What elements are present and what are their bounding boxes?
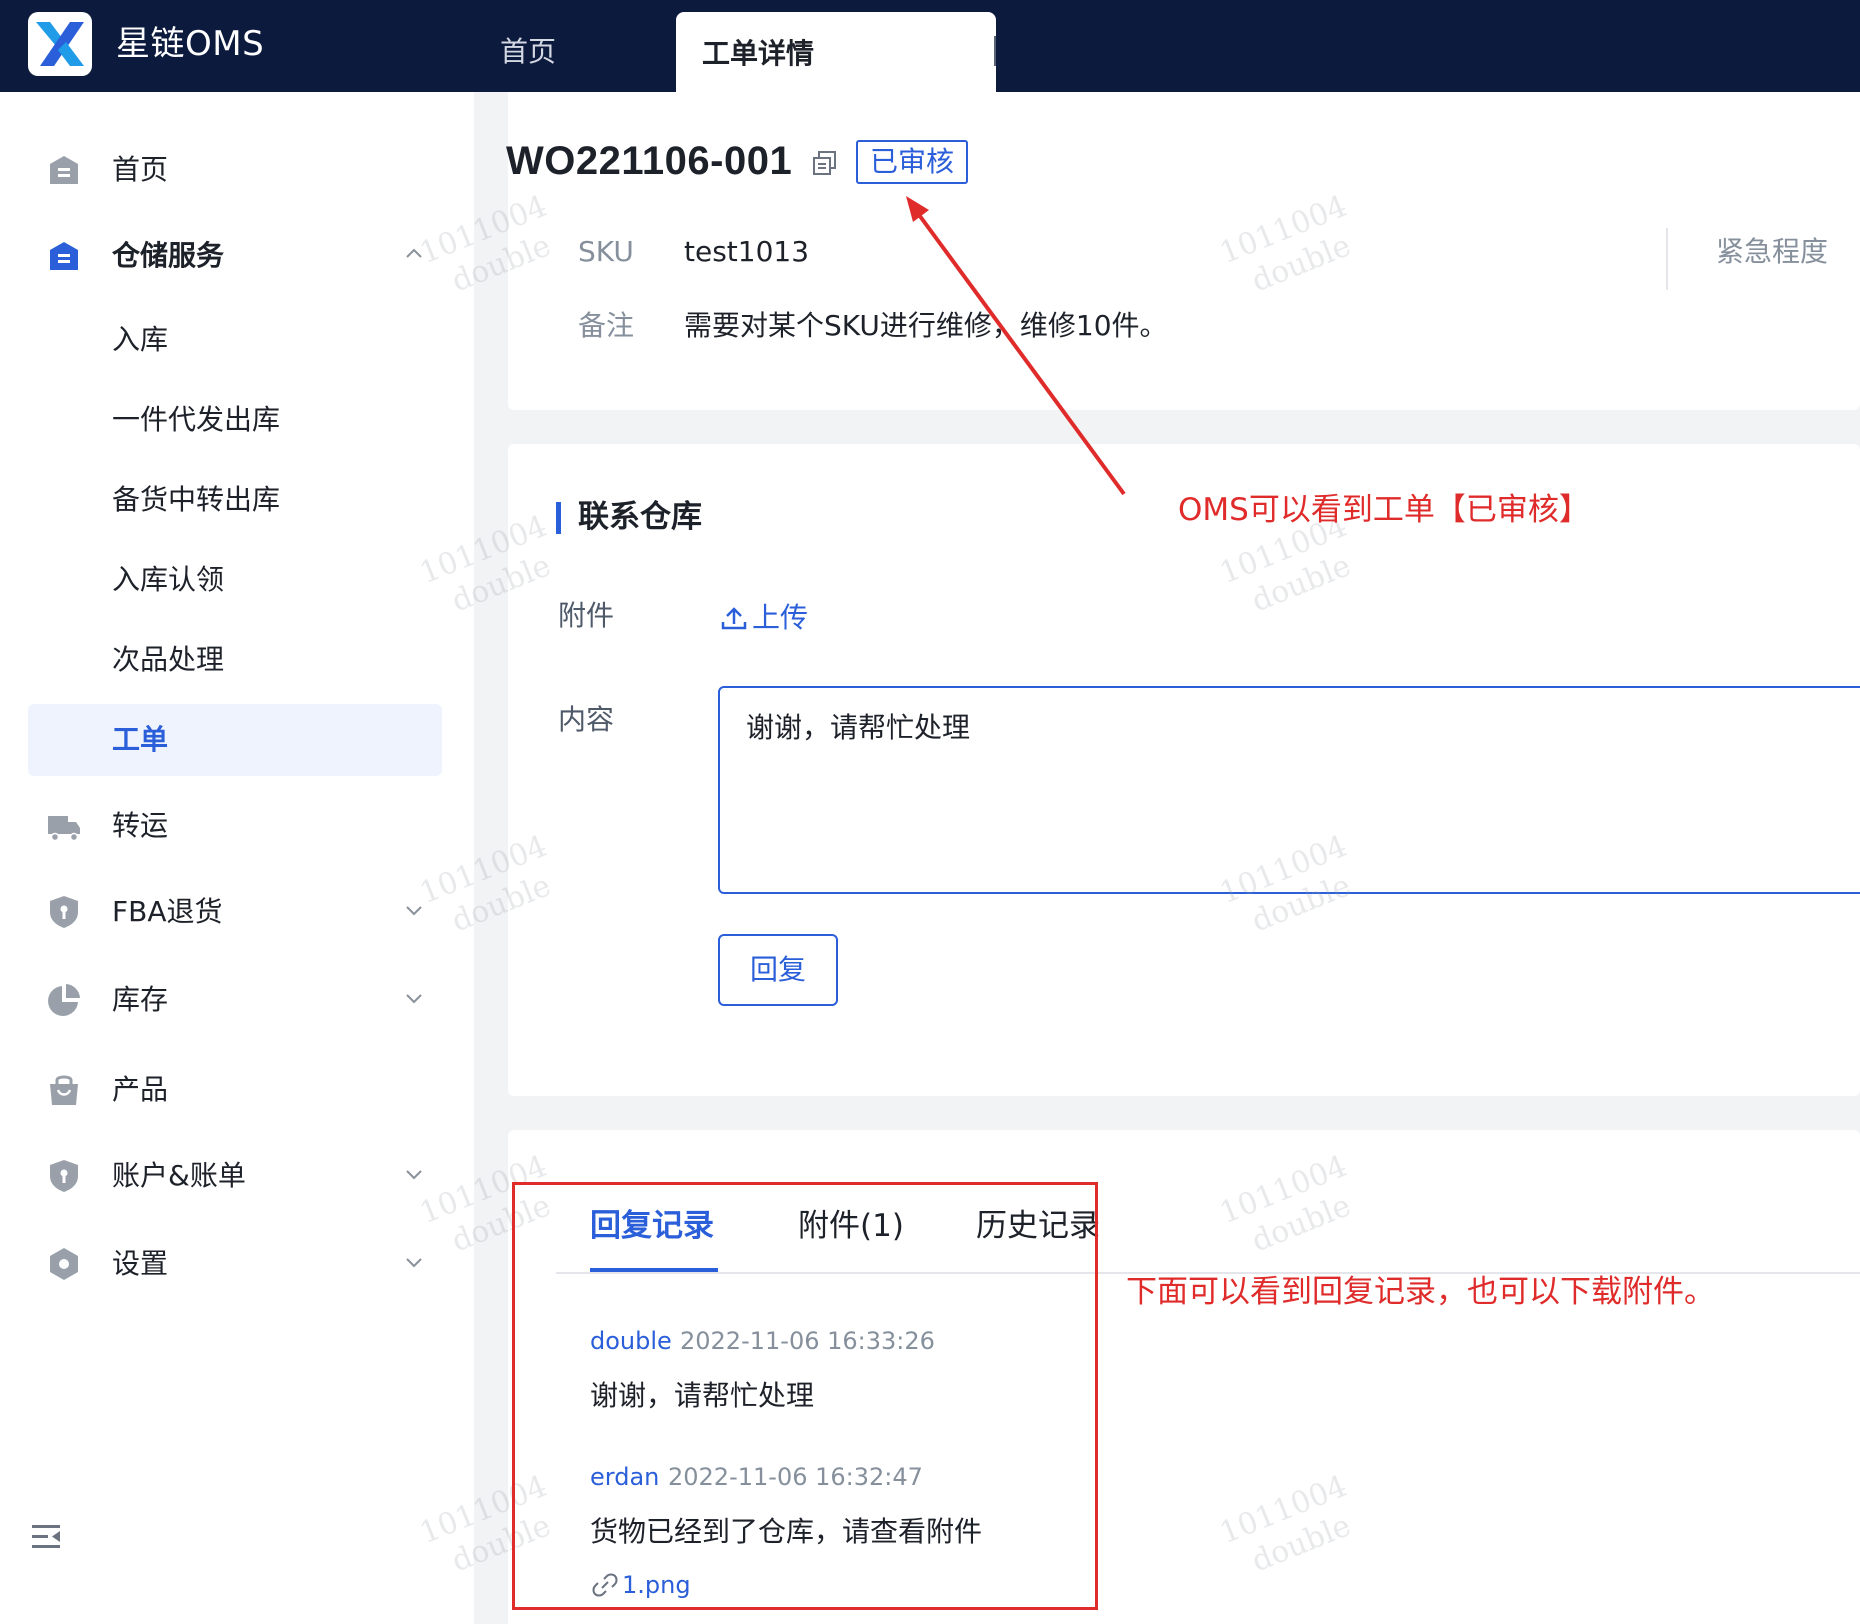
shield-icon [50,896,78,928]
sidebar-item-products[interactable]: 产品 [0,1054,474,1126]
warehouse-icon [50,242,78,270]
pie-chart-icon [48,984,80,1016]
column-divider [1666,228,1668,290]
sidebar-subitem-dropship-outbound[interactable]: 一件代发出库 [0,384,474,456]
hexagon-icon [50,1248,78,1280]
section-title: 联系仓库 [578,499,702,535]
sidebar-subitem-transfer-outbound[interactable]: 备货中转出库 [0,464,474,536]
bag-icon [50,1075,78,1105]
tab-home[interactable]: 首页 [500,32,556,72]
content-value: 谢谢，请帮忙处理 [746,711,971,744]
chevron-down-icon[interactable] [402,986,426,1010]
sidebar-item-settings[interactable]: 设置 [0,1228,474,1300]
sidebar-item-label: 一件代发出库 [112,403,281,436]
sidebar-item-home[interactable]: 首页 [0,134,474,206]
sidebar-item-label: 账户&账单 [112,1159,246,1192]
annotation-status-note: OMS可以看到工单【已审核】 [1178,492,1590,528]
sidebar-item-label: 入库 [112,323,169,356]
sidebar-item-label: 转运 [112,809,169,842]
app-title: 星链OMS [116,24,265,64]
top-bar: 星链OMS 首页 工单详情 [0,0,1860,92]
annotation-records-note: 下面可以看到回复记录，也可以下载附件。 [1126,1274,1715,1310]
sidebar-item-label: 首页 [112,153,169,186]
sidebar-item-label: 库存 [112,983,169,1016]
status-badge: 已审核 [856,140,969,184]
sku-value: test1013 [684,235,810,268]
sidebar-item-label: 次品处理 [112,643,225,676]
attachment-label: 附件 [558,599,615,632]
work-order-id: WO221106-001 [506,139,793,183]
home-icon [50,156,78,184]
collapse-menu-icon[interactable] [30,1520,64,1554]
tab-label: 工单详情 [702,37,815,70]
sidebar-subitem-inbound[interactable]: 入库 [0,304,474,376]
tab-work-order-detail[interactable]: 工单详情 [676,12,996,92]
sidebar-item-label: 备货中转出库 [112,483,281,516]
chevron-down-icon[interactable] [402,1250,426,1274]
truck-icon [48,816,80,842]
annotation-highlight-box [512,1182,1098,1610]
sidebar-item-fba-returns[interactable]: FBA退货 [0,876,474,948]
chevron-down-icon[interactable] [402,898,426,922]
sidebar-item-label: 仓储服务 [112,239,225,272]
section-accent-bar [556,502,561,534]
upload-icon[interactable] [720,604,748,632]
sidebar-item-label: 产品 [112,1073,169,1106]
sidebar-item-label: 工单 [112,723,169,756]
sidebar-item-label: 入库认领 [112,563,225,596]
sidebar-item-warehouse[interactable]: 仓储服务 [0,220,474,292]
shield-icon [50,1160,78,1192]
reply-button[interactable]: 回复 [718,934,838,1006]
content-label: 内容 [558,703,615,736]
sidebar-item-inventory[interactable]: 库存 [0,964,474,1036]
sidebar-subitem-inbound-claim[interactable]: 入库认领 [0,544,474,616]
sku-label: SKU [578,235,634,268]
sidebar-item-account-billing[interactable]: 账户&账单 [0,1140,474,1212]
tab-divider [994,36,996,66]
note-label: 备注 [578,309,635,342]
sidebar-item-label: 设置 [112,1247,169,1280]
chevron-down-icon[interactable] [402,1162,426,1186]
sidebar-subitem-defective[interactable]: 次品处理 [0,624,474,696]
app-logo[interactable] [28,12,92,76]
urgency-label: 紧急程度 [1716,235,1829,268]
sidebar-subitem-work-order[interactable]: 工单 [0,704,474,776]
note-value: 需要对某个SKU进行维修，维修10件。 [684,309,1168,342]
sidebar-item-label: FBA退货 [112,895,223,928]
upload-link[interactable]: 上传 [752,598,808,638]
copy-icon[interactable] [812,150,838,176]
sidebar-item-transship[interactable]: 转运 [0,790,474,862]
